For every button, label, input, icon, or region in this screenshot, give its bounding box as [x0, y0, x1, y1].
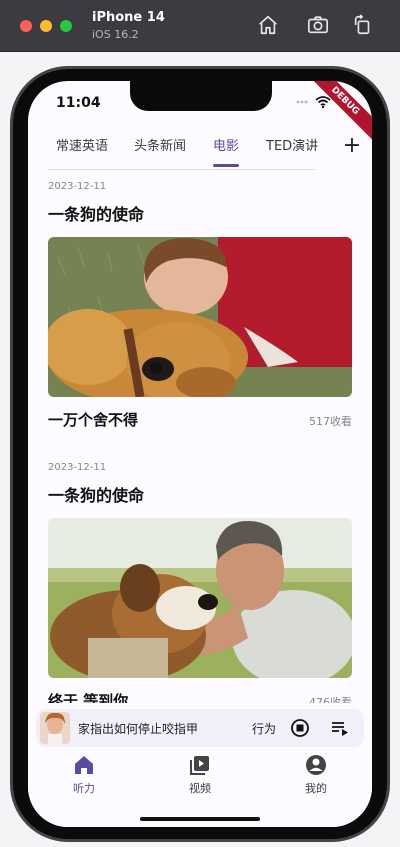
tab-indicator [213, 164, 240, 167]
stop-icon[interactable] [290, 718, 310, 738]
player-next-text: 行为 [252, 722, 277, 736]
zoom-window-button[interactable] [60, 20, 72, 32]
article-meta-row: 终于 等到你 476收看 [48, 690, 352, 703]
article-date: 2023-12-11 [48, 181, 107, 192]
video-library-icon [190, 756, 209, 775]
article-title: 一条狗的使命 [48, 205, 145, 224]
tab-headline-news[interactable]: 头条新闻 [134, 137, 186, 167]
bottom-navigation: 听力 视频 我的 [28, 749, 372, 827]
nav-label: 视频 [189, 782, 211, 795]
article-feed[interactable]: 2023-12-11 一条狗的使命 一万个舍不得 517收看 2023-12-1… [48, 181, 352, 703]
screenshot-icon[interactable] [305, 12, 331, 38]
account-circle-icon [306, 755, 326, 775]
nav-item-profile[interactable]: 我的 [276, 753, 356, 796]
tab-changsu-english[interactable]: 常速英语 [56, 137, 108, 167]
article-thumbnail[interactable] [48, 518, 352, 678]
notch [130, 81, 272, 111]
status-icons [296, 96, 331, 108]
view-count: 476收看 [309, 696, 352, 703]
article-meta-row: 一万个舍不得 517收看 [48, 409, 352, 430]
home-indicator [140, 817, 260, 821]
minimize-window-button[interactable] [40, 20, 52, 32]
tab-ted[interactable]: TED演讲 [266, 137, 318, 167]
app-screen: 11:04 DEBUG 常速英语 头条新闻 电影 TED演讲 + 2023-12… [28, 81, 372, 827]
close-window-button[interactable] [20, 20, 32, 32]
boy-and-dog-image [48, 237, 352, 397]
simulator-titlebar: iPhone 14 iOS 16.2 [0, 0, 400, 52]
tab-label: 电影 [213, 139, 240, 154]
man-and-dog-image [48, 518, 352, 678]
tab-label: 头条新闻 [134, 139, 187, 154]
wifi-icon [315, 96, 331, 108]
nav-label: 听力 [73, 782, 95, 795]
simulator-device-name: iPhone 14 [92, 10, 165, 25]
article-subtitle: 终于 等到你 [48, 692, 129, 703]
view-count: 517收看 [309, 415, 352, 428]
nav-label: 我的 [305, 782, 327, 795]
article-date: 2023-12-11 [48, 462, 107, 473]
article-thumbnail[interactable] [48, 237, 352, 397]
nav-item-video[interactable]: 视频 [160, 753, 240, 796]
signal-icon [296, 100, 308, 104]
simulator-os-version: iOS 16.2 [92, 28, 139, 41]
rotate-icon[interactable] [350, 12, 376, 38]
player-cover-image [40, 712, 70, 744]
add-tab-button[interactable]: + [342, 135, 362, 157]
playlist-icon[interactable] [330, 718, 350, 738]
tab-divider [48, 169, 316, 170]
tab-label: TED演讲 [266, 139, 319, 154]
article-card[interactable]: 2023-12-11 一条狗的使命 [48, 462, 352, 703]
home-icon[interactable] [255, 12, 281, 38]
article-subtitle: 一万个舍不得 [48, 411, 139, 429]
article-title: 一条狗的使命 [48, 486, 145, 505]
status-time: 11:04 [56, 95, 101, 111]
home-icon [75, 756, 93, 774]
tab-label: 常速英语 [56, 139, 109, 154]
tab-movie[interactable]: 电影 [213, 137, 240, 167]
mini-player[interactable]: 家指出如何停止咬指甲 行为 [36, 709, 364, 747]
nav-item-listening[interactable]: 听力 [44, 753, 124, 796]
category-tabs: 常速英语 头条新闻 电影 TED演讲 + [28, 135, 372, 169]
player-track-title: 家指出如何停止咬指甲 [78, 722, 199, 736]
article-card[interactable]: 2023-12-11 一条狗的使命 [48, 181, 352, 430]
